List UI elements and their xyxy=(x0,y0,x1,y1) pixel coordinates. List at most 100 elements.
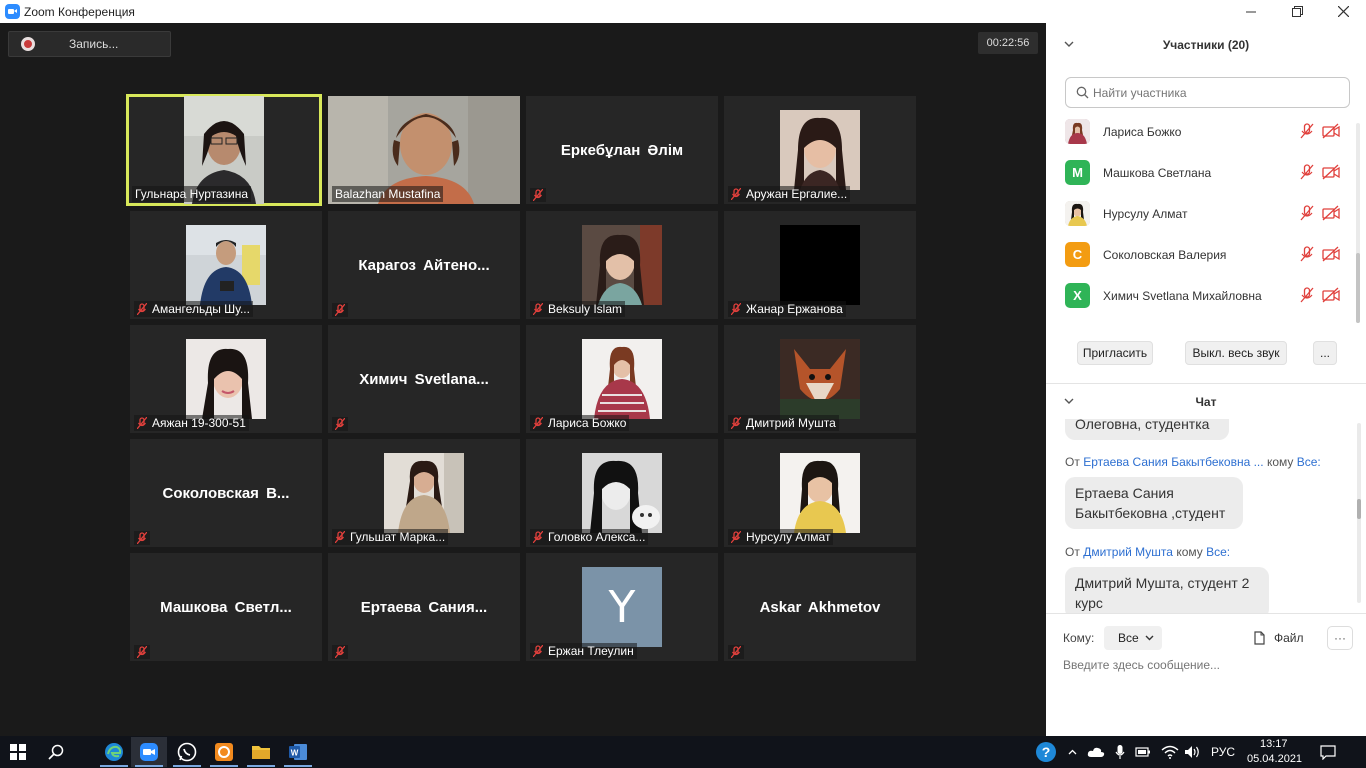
video-off-icon xyxy=(1322,205,1340,221)
video-tile[interactable]: Askar Akhmetov xyxy=(724,553,916,661)
participant-name-label: Ержан Тлеулин xyxy=(530,643,637,659)
participant-photo xyxy=(186,339,266,419)
search-input[interactable] xyxy=(1093,85,1333,100)
chevron-down-icon[interactable] xyxy=(1064,39,1074,51)
record-button[interactable]: Запись... xyxy=(8,31,171,57)
taskbar-explorer[interactable] xyxy=(243,737,279,767)
word-icon: W xyxy=(289,744,307,760)
participant-name: Еркебұлан Әлім xyxy=(560,142,684,159)
chat-scrollbar[interactable] xyxy=(1357,423,1361,603)
participant-name: Машкова Светл... xyxy=(160,599,292,616)
help-button[interactable]: ? xyxy=(1034,736,1058,768)
chat-more-button[interactable]: ··· xyxy=(1327,626,1353,650)
taskbar-word[interactable]: W xyxy=(280,737,316,767)
taskbar-zoom[interactable] xyxy=(131,737,167,767)
video-tile[interactable]: Жанар Ержанова xyxy=(724,211,916,319)
power-tray-button[interactable] xyxy=(1134,736,1152,768)
video-tile[interactable]: Balazhan Mustafina xyxy=(328,96,520,204)
onedrive-button[interactable] xyxy=(1086,736,1106,768)
video-tile[interactable]: Головко Алекса... xyxy=(526,439,718,547)
video-tile[interactable]: Ертаева Сания... xyxy=(328,553,520,661)
participant-status-icons xyxy=(1300,287,1348,303)
to-label: Кому: xyxy=(1063,631,1095,645)
participant-name: Askar Akhmetov xyxy=(759,599,881,616)
video-tile[interactable]: Y Ержан Тлеулин xyxy=(526,553,718,661)
muted-mic-icon xyxy=(533,189,543,201)
zoom-app-icon xyxy=(5,4,20,19)
search-button[interactable] xyxy=(38,736,74,768)
participants-scrollbar[interactable] xyxy=(1356,123,1360,323)
chevron-down-icon[interactable] xyxy=(1064,396,1074,408)
participant-name-label xyxy=(530,188,546,202)
notifications-button[interactable] xyxy=(1316,736,1340,768)
volume-tray-button[interactable] xyxy=(1184,736,1202,768)
video-tile[interactable]: Карагоз Айтено... xyxy=(328,211,520,319)
sender-link[interactable]: Дмитрий Мушта xyxy=(1083,545,1173,559)
clock-date[interactable]: 05.04.2021 xyxy=(1247,753,1302,765)
more-options-button[interactable]: ... xyxy=(1313,341,1337,365)
taskbar-app-orange[interactable] xyxy=(206,737,242,767)
recipient-select[interactable]: Все xyxy=(1104,626,1162,650)
participant-photo xyxy=(186,225,266,305)
video-tile[interactable]: Нурсулу Алмат xyxy=(724,439,916,547)
sender-link[interactable]: Ертаева Сания Бакытбековна ... xyxy=(1083,455,1263,469)
participant-actions: Пригласить Выкл. весь звук ... xyxy=(1046,341,1366,365)
recipient-link[interactable]: Все: xyxy=(1297,455,1321,469)
chat-message-input[interactable] xyxy=(1063,658,1343,672)
participants-title: Участники (20) xyxy=(1162,38,1250,52)
participant-row[interactable]: Х Химич Svetlana Михайловна xyxy=(1046,275,1366,316)
video-tile[interactable]: Химич Svetlana... xyxy=(328,325,520,433)
participant-row[interactable]: С Соколовская Валерия xyxy=(1046,234,1366,275)
muted-mic-icon xyxy=(1300,205,1314,221)
recipient-link[interactable]: Все: xyxy=(1206,545,1230,559)
video-tile[interactable]: Еркебұлан Әлім xyxy=(526,96,718,204)
minimize-button[interactable] xyxy=(1228,0,1274,23)
muted-mic-icon xyxy=(533,303,543,315)
microphone-tray-button[interactable] xyxy=(1112,736,1128,768)
network-tray-button[interactable] xyxy=(1160,736,1180,768)
close-window-button[interactable] xyxy=(1320,0,1366,23)
tray-overflow-button[interactable] xyxy=(1066,736,1078,768)
start-button[interactable] xyxy=(0,736,36,768)
restore-button[interactable] xyxy=(1274,0,1320,23)
scrollbar-thumb[interactable] xyxy=(1357,499,1361,519)
record-label: Запись... xyxy=(69,37,119,51)
file-button[interactable]: Файл xyxy=(1254,626,1304,650)
app-icon xyxy=(215,743,233,761)
input-language[interactable]: РУС xyxy=(1211,745,1235,759)
participant-photo xyxy=(582,339,662,419)
participant-row[interactable]: Нурсулу Алмат xyxy=(1046,193,1366,234)
participant-name: Соколовская В... xyxy=(162,485,290,502)
battery-icon xyxy=(1135,747,1150,757)
video-tile[interactable]: Аружан Ергалие... xyxy=(724,96,916,204)
participant-photo xyxy=(780,225,860,305)
scrollbar-thumb[interactable] xyxy=(1356,253,1360,323)
video-tile[interactable]: Beksulу Islam xyxy=(526,211,718,319)
video-tile[interactable]: Гульнара Нуртазина xyxy=(126,94,322,206)
participant-name: Лариса Божко xyxy=(1103,124,1182,139)
invite-button[interactable]: Пригласить xyxy=(1077,341,1153,365)
participant-photo xyxy=(780,339,860,419)
participant-search[interactable] xyxy=(1065,77,1350,108)
chat-message: Дмитрий Мушта, студент 2 курс xyxy=(1065,567,1269,613)
video-tile[interactable]: Аяжан 19-300-51 xyxy=(130,325,322,433)
participant-row[interactable]: Лариса Божко xyxy=(1046,111,1366,152)
participant-status-icons xyxy=(1300,246,1348,262)
taskbar-edge[interactable] xyxy=(96,737,132,767)
clock-time[interactable]: 13:17 xyxy=(1260,738,1288,750)
video-tile[interactable]: Машкова Светл... xyxy=(130,553,322,661)
windows-taskbar: W ? РУС 13:17 05.04.2021 xyxy=(0,736,1366,768)
participant-name-label: Лариса Божко xyxy=(530,415,630,431)
muted-mic-icon xyxy=(137,417,147,429)
video-tile[interactable]: Амангельды Шу... xyxy=(130,211,322,319)
video-tile[interactable]: Лариса Божко xyxy=(526,325,718,433)
muted-mic-icon xyxy=(1300,287,1314,303)
participant-name: Карагоз Айтено... xyxy=(358,257,490,274)
video-tile[interactable]: Дмитрий Мушта xyxy=(724,325,916,433)
video-tile[interactable]: Соколовская В... xyxy=(130,439,322,547)
video-tile[interactable]: Гульшат Марка... xyxy=(328,439,520,547)
taskbar-whatsapp[interactable] xyxy=(169,737,205,767)
participant-row[interactable]: М Машкова Светлана xyxy=(1046,152,1366,193)
muted-mic-icon xyxy=(335,304,345,316)
mute-all-button[interactable]: Выкл. весь звук xyxy=(1185,341,1287,365)
